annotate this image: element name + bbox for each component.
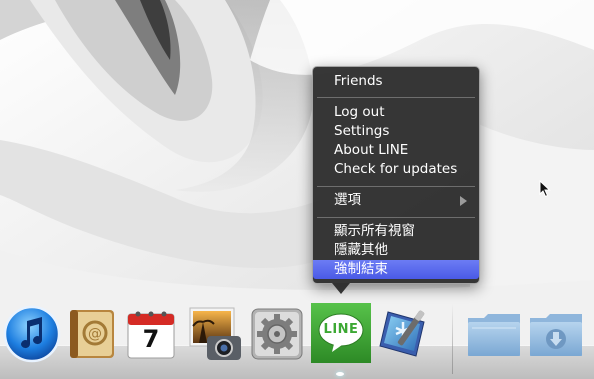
dock-separator bbox=[452, 304, 453, 374]
submenu-arrow-icon bbox=[460, 196, 467, 206]
menu-item-options[interactable]: 選項 bbox=[313, 191, 479, 210]
menu-item-check-for-updates[interactable]: Check for updates bbox=[313, 160, 479, 179]
menu-item-show-all-windows[interactable]: 顯示所有視窗 bbox=[313, 222, 479, 241]
xcode-icon[interactable] bbox=[374, 304, 434, 362]
menu-pointer-tail bbox=[332, 283, 350, 294]
mouse-cursor-icon bbox=[539, 180, 551, 198]
menu-separator bbox=[317, 97, 475, 98]
address-book-icon[interactable]: @ bbox=[64, 306, 120, 362]
running-indicator bbox=[336, 372, 344, 376]
line-logo-text: LINE bbox=[323, 322, 359, 337]
menu-item-force-quit[interactable]: 強制結束 bbox=[313, 260, 479, 279]
system-preferences-icon[interactable] bbox=[249, 306, 305, 362]
iphoto-icon[interactable] bbox=[185, 304, 247, 364]
downloads-folder-icon[interactable] bbox=[526, 308, 586, 360]
itunes-icon[interactable] bbox=[2, 304, 62, 364]
menu-separator bbox=[317, 217, 475, 218]
menu-item-about-line[interactable]: About LINE bbox=[313, 141, 479, 160]
ical-icon[interactable]: 7 bbox=[122, 306, 180, 362]
folder-icon[interactable] bbox=[464, 308, 524, 360]
menu-separator bbox=[317, 186, 475, 187]
menu-item-friends[interactable]: Friends bbox=[313, 72, 479, 91]
menu-item-log-out[interactable]: Log out bbox=[313, 103, 479, 122]
svg-text:@: @ bbox=[88, 326, 102, 342]
line-icon[interactable]: LINE bbox=[310, 302, 372, 364]
menu-item-hide-others[interactable]: 隱藏其他 bbox=[313, 241, 479, 260]
line-dock-context-menu: Friends Log out Settings About LINE Chec… bbox=[312, 66, 480, 284]
menu-item-options-label: 選項 bbox=[334, 192, 361, 208]
menu-item-settings[interactable]: Settings bbox=[313, 122, 479, 141]
calendar-day-number: 7 bbox=[142, 325, 160, 353]
